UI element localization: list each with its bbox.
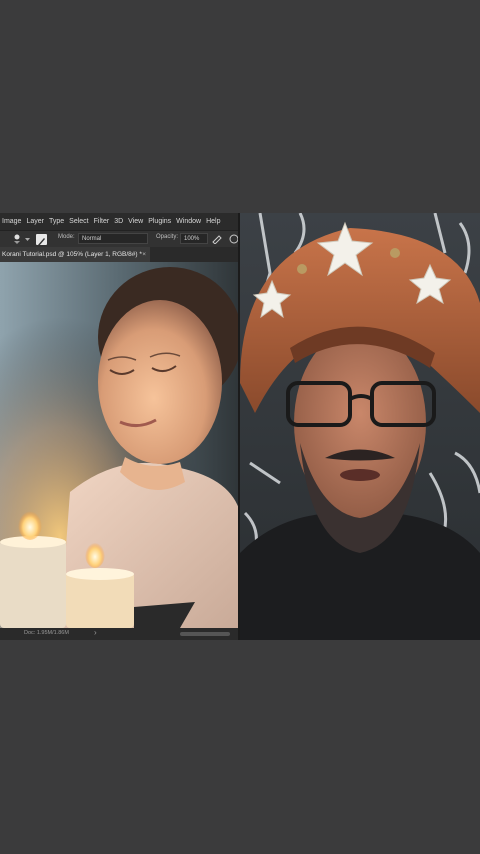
menu-image[interactable]: Image bbox=[2, 218, 21, 225]
document-tab[interactable]: Korani Tutorial.psd @ 105% (Layer 1, RGB… bbox=[0, 247, 150, 262]
menu-3d[interactable]: 3D bbox=[114, 218, 123, 225]
menu-select[interactable]: Select bbox=[69, 218, 88, 225]
status-nav-arrow-icon[interactable]: › bbox=[94, 628, 97, 637]
mode-label: Mode: bbox=[58, 234, 75, 240]
menu-plugins[interactable]: Plugins bbox=[148, 218, 171, 225]
menu-bar: Image Layer Type Select Filter 3D View P… bbox=[0, 213, 240, 230]
tab-bar-empty bbox=[150, 247, 240, 262]
menu-window[interactable]: Window bbox=[176, 218, 201, 225]
document-canvas[interactable] bbox=[0, 262, 240, 628]
mode-select[interactable]: Normal bbox=[78, 233, 148, 244]
document-tab-title: Korani Tutorial.psd @ 105% (Layer 1, RGB… bbox=[2, 251, 142, 258]
presenter-image bbox=[240, 213, 480, 640]
brush-preset-icon[interactable] bbox=[12, 234, 22, 245]
top-letterbox bbox=[0, 0, 480, 213]
close-icon[interactable]: × bbox=[142, 247, 146, 262]
menu-layer[interactable]: Layer bbox=[26, 218, 44, 225]
horizontal-scrollbar[interactable] bbox=[180, 632, 230, 636]
opacity-input[interactable]: 100% bbox=[180, 233, 208, 244]
menu-view[interactable]: View bbox=[128, 218, 143, 225]
photoshop-window: Image Layer Type Select Filter 3D View P… bbox=[0, 213, 240, 640]
portrait-image bbox=[0, 262, 240, 628]
menu-filter[interactable]: Filter bbox=[94, 218, 110, 225]
menu-help[interactable]: Help bbox=[206, 218, 220, 225]
doc-info: Doc: 1.95M/1.86M bbox=[24, 630, 69, 636]
brush-settings-icon[interactable] bbox=[24, 236, 31, 243]
brush-tool-icon[interactable] bbox=[36, 234, 47, 246]
bottom-letterbox bbox=[0, 640, 480, 854]
airbrush-icon[interactable] bbox=[212, 234, 222, 244]
opacity-label: Opacity: bbox=[156, 234, 179, 240]
status-bar: Doc: 1.95M/1.86M › bbox=[0, 628, 240, 640]
menu-type[interactable]: Type bbox=[49, 218, 64, 225]
webcam-feed bbox=[240, 213, 480, 640]
